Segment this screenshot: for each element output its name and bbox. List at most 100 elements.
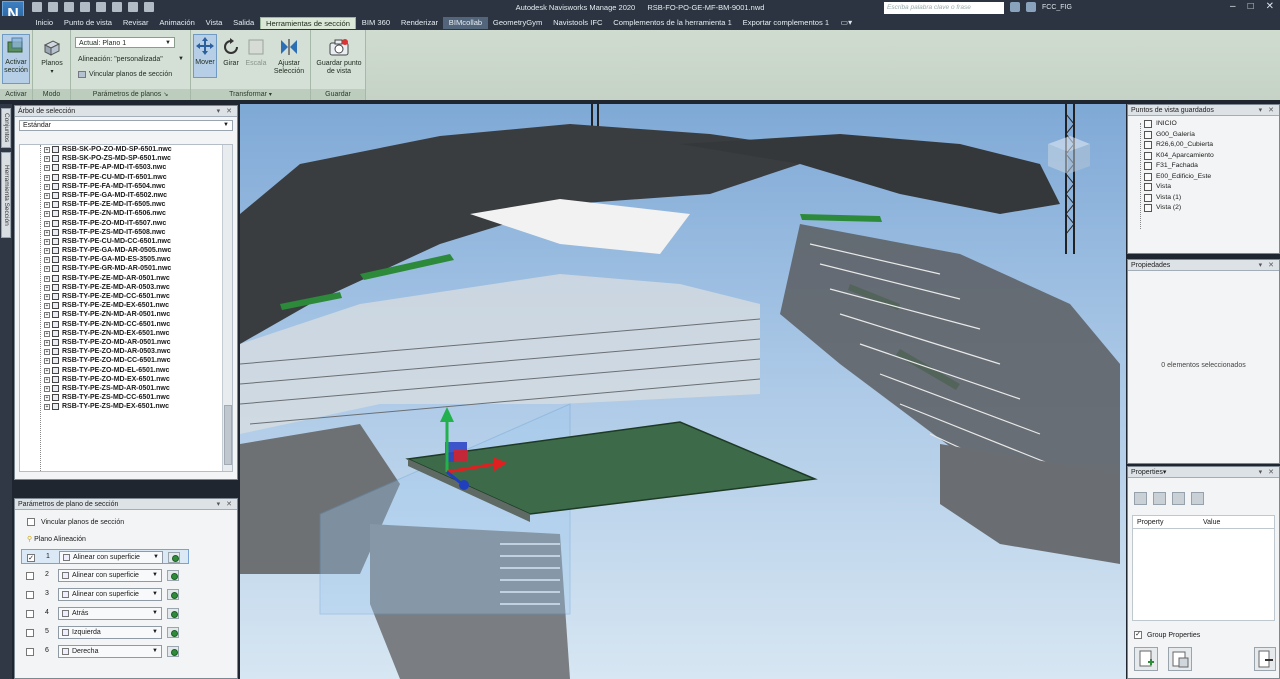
plane-enable-checkbox[interactable] [26,610,34,618]
first-icon[interactable] [1134,492,1147,505]
viewpoint-item[interactable]: E00_Edificio_Este [1132,172,1275,183]
tree-item[interactable]: + RSB-TF-PE-ZS-MD-IT-6508.nwc [20,228,224,237]
minimize-icon[interactable]: – [1230,1,1236,12]
tree-item[interactable]: + RSB-TY-PE-CU-MD-CC-6501.nwc [20,237,224,246]
tree-item[interactable]: + RSB-TY-PE-ZO-MD-CC-6501.nwc [20,356,224,365]
viewpoint-item[interactable]: F31_Fachada [1132,161,1275,172]
plane-enable-checkbox[interactable] [26,572,34,580]
expand-icon[interactable]: + [44,229,50,236]
align-pick-icon[interactable] [167,608,179,619]
expand-icon[interactable]: + [44,192,50,199]
mover-button[interactable]: Mover [193,34,217,78]
expand-icon[interactable]: + [44,174,50,181]
search-input[interactable]: Escriba palabra clave o frase [884,2,1004,14]
expand-icon[interactable]: + [44,330,50,337]
section-plane-row[interactable]: 2 Alinear con superficie ▼ [21,568,189,583]
properties-menu-icon[interactable]: ▾ [1163,469,1167,476]
tree-item[interactable]: + RSB-TY-PE-ZE-MD-AR-0503.nwc [20,283,224,292]
tree-item[interactable]: + RSB-TY-PE-GA-MD-AR-0505.nwc [20,246,224,255]
link-planes-toggle[interactable]: Vincular planos de sección [75,69,189,80]
expand-icon[interactable]: + [44,358,50,365]
activar-seccion-button[interactable]: Activar sección [2,34,30,84]
align-pick-icon[interactable] [167,646,179,657]
last-icon[interactable] [1191,492,1204,505]
viewpoint-item[interactable]: Vista (2) [1132,203,1275,214]
group-properties-row[interactable]: ✓ Group Properties [1134,631,1200,639]
expand-icon[interactable]: + [44,376,50,383]
link-planes-row[interactable]: Vincular planos de sección [27,518,124,526]
plane-alignment-select[interactable]: Alinear con superficie ▼ [59,551,163,564]
tab-animaci-n[interactable]: Animación [154,17,200,29]
tree-item[interactable]: + RSB-TF-PE-ZE-MD-IT-6505.nwc [20,200,224,209]
align-pick-icon[interactable] [167,589,179,600]
export-property-icon[interactable] [1254,647,1276,671]
tab-complementos-de-la-herramienta-1[interactable]: Complementos de la herramienta 1 [608,17,737,29]
tab-punto-de-vista[interactable]: Punto de vista [59,17,118,29]
tree-item[interactable]: + RSB-SK-PO-ZS-MD-SP-6501.nwc [20,154,224,163]
plane-enable-checkbox[interactable] [26,591,34,599]
plane-enable-checkbox[interactable] [26,629,34,637]
current-plane-select[interactable]: Actual: Plano 1 ▼ [75,37,175,48]
expand-icon[interactable]: + [44,147,50,153]
tree-item[interactable]: + RSB-SK-PO-ZO-MD-SP-6501.nwc [20,145,224,154]
tree-item[interactable]: + RSB-TY-PE-ZN-MD-EX-6501.nwc [20,329,224,338]
ribbon-options-icon[interactable]: ▭▾ [835,17,859,29]
tree-scroll-thumb[interactable] [224,405,232,465]
tree-item[interactable]: + RSB-TF-PE-ZO-MD-IT-6507.nwc [20,219,224,228]
plane-alignment-select[interactable]: Atrás ▼ [58,607,162,620]
expand-icon[interactable]: + [44,238,50,245]
ajustar-seleccion-button[interactable]: Ajustar Selección [270,36,308,84]
group-properties-checkbox[interactable]: ✓ [1134,631,1142,639]
add-property-icon[interactable] [1134,647,1158,671]
tab-herramientas-de-secci-n[interactable]: Herramientas de sección [259,17,357,29]
plane-alignment-select[interactable]: Derecha ▼ [58,645,162,658]
viewcube[interactable] [1048,136,1090,174]
expand-icon[interactable]: + [44,266,50,273]
tab-bimcollab[interactable]: BIMcollab [443,17,488,29]
plane-alignment-select[interactable]: Alinear con superficie ▼ [58,569,162,582]
chevron-down-icon[interactable]: ▾ [269,92,272,98]
expand-icon[interactable]: + [44,183,50,190]
expand-icon[interactable]: + [44,349,50,356]
viewpoint-item[interactable]: G00_Galería [1132,130,1275,141]
plane-alignment-select[interactable]: Alinear con superficie ▼ [58,588,162,601]
tree-item[interactable]: + RSB-TY-PE-ZS-MD-AR-0501.nwc [20,384,224,393]
expand-icon[interactable]: + [44,339,50,346]
guardar-punto-vista-button[interactable]: Guardar punto de vista [313,36,365,84]
tree-item[interactable]: + RSB-TF-PE-ZN-MD-IT-6506.nwc [20,209,224,218]
section-plane-row[interactable]: ✓ 1 Alinear con superficie ▼ [21,549,189,564]
expand-icon[interactable]: + [44,321,50,328]
col-property[interactable]: Property [1137,519,1163,526]
panel-controls[interactable]: ▾ ✕ [217,499,234,510]
tree-item[interactable]: + RSB-TF-PE-FA-MD-IT-6504.nwc [20,182,224,191]
user-icon[interactable] [1026,2,1036,12]
expand-icon[interactable]: + [44,395,50,402]
expand-icon[interactable]: + [44,211,50,218]
tree-mode-select[interactable]: Estándar ▼ [19,120,233,131]
viewpoint-item[interactable]: K04_Aparcamiento [1132,151,1275,162]
girar-button[interactable]: Girar [220,36,242,76]
edit-property-icon[interactable] [1168,647,1192,671]
tree-item[interactable]: + RSB-TY-PE-GA-MD-ES-3505.nwc [20,255,224,264]
tab-renderizar[interactable]: Renderizar [395,17,443,29]
viewpoint-item[interactable]: Vista [1132,182,1275,193]
expand-icon[interactable]: + [44,248,50,255]
expand-icon[interactable]: + [44,202,50,209]
tab-bim-360[interactable]: BIM 360 [356,17,395,29]
section-plane-row[interactable]: 6 Derecha ▼ [21,644,189,659]
tree-item[interactable]: + RSB-TY-PE-ZN-MD-AR-0501.nwc [20,310,224,319]
link-planes-checkbox[interactable] [27,518,35,526]
tree-item[interactable]: + RSB-TY-PE-ZE-MD-CC-6501.nwc [20,292,224,301]
tab-exportar-complementos-1[interactable]: Exportar complementos 1 [737,17,834,29]
tree-item[interactable]: + RSB-TF-PE-GA-MD-IT-6502.nwc [20,191,224,200]
tree-item[interactable]: + RSB-TY-PE-ZS-MD-CC-6501.nwc [20,393,224,402]
section-plane-row[interactable]: 3 Alinear con superficie ▼ [21,587,189,602]
search-icon[interactable] [1010,2,1020,12]
planos-button[interactable]: Planos ▾ [36,36,68,82]
align-pick-icon[interactable] [168,552,180,563]
expand-icon[interactable]: + [44,275,50,282]
expand-icon[interactable]: + [44,303,50,310]
tab-vista[interactable]: Vista [200,17,228,29]
panel-controls[interactable]: ▾ ✕ [1259,260,1276,271]
tree-scrollbar[interactable] [222,145,232,471]
